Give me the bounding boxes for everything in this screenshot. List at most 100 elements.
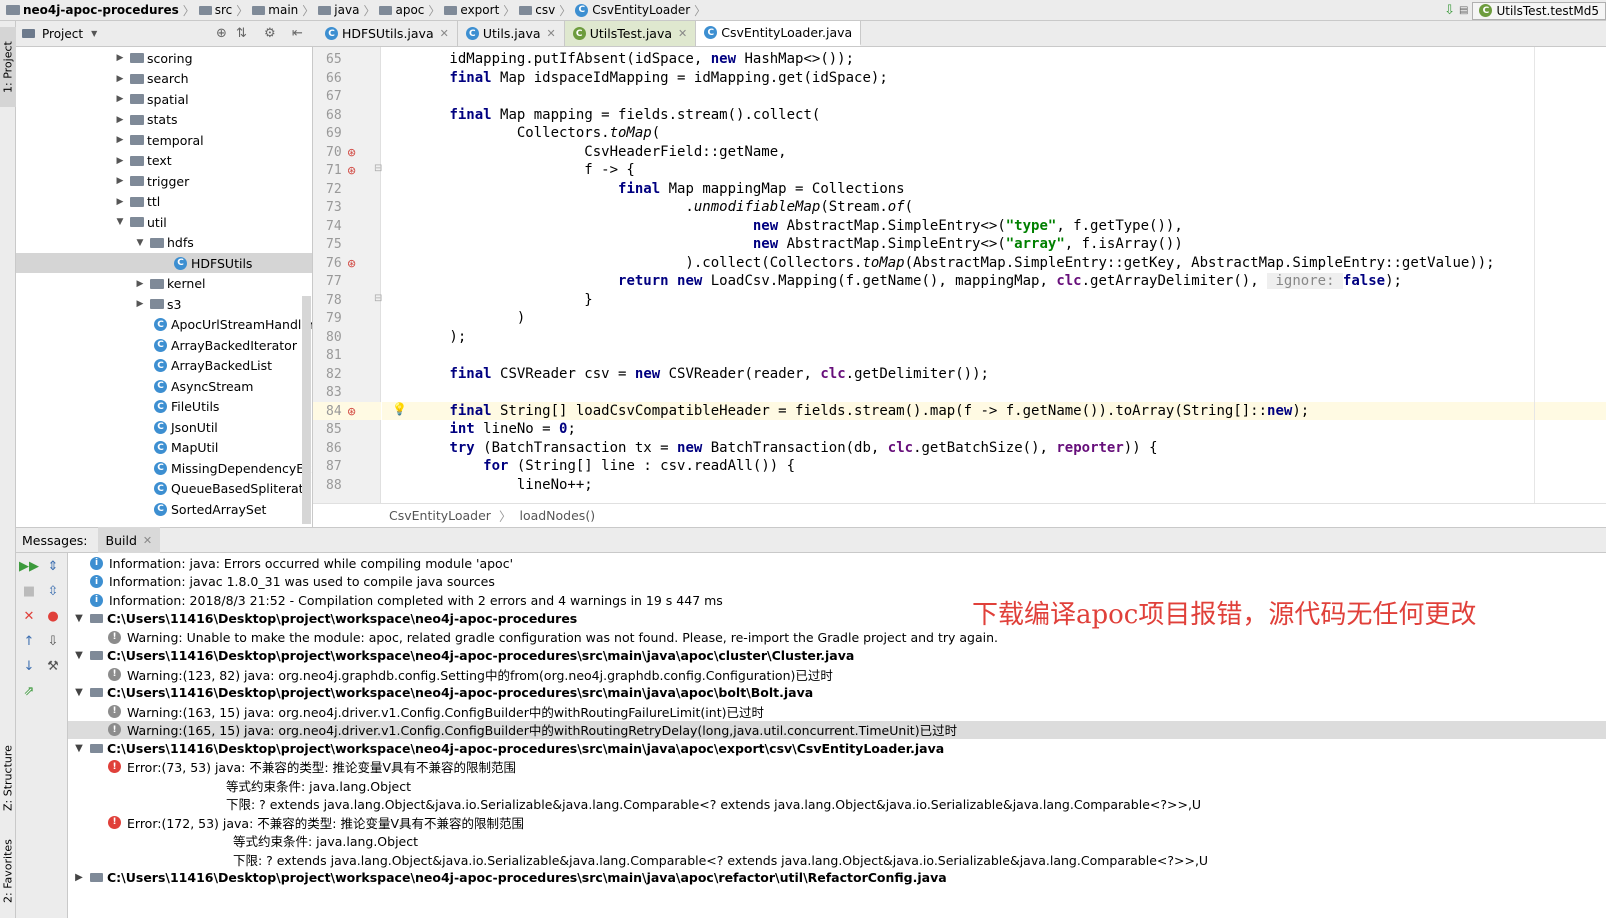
chevron-right-icon[interactable]: ▶ xyxy=(114,115,126,125)
breadcrumb-item[interactable]: export xyxy=(440,3,503,17)
message-file-row[interactable]: ▼ C:\Users\11416\Desktop\project\workspac… xyxy=(68,684,1606,703)
close-icon[interactable]: ✕ xyxy=(547,27,556,40)
close-icon[interactable]: ✕ xyxy=(20,607,38,625)
code-line[interactable]: ) xyxy=(382,309,1606,328)
chevron-right-icon[interactable]: ▶ xyxy=(72,872,86,883)
code-line[interactable]: CsvHeaderField::getName, xyxy=(382,143,1606,162)
editor-crumb-method[interactable]: loadNodes() xyxy=(519,508,595,523)
message-row[interactable]: ! Error:(73, 53) java: 不兼容的类型: 推论变量V具有不兼容… xyxy=(68,758,1606,777)
tree-item[interactable]: ▶ spatial xyxy=(16,89,312,109)
chevron-down-icon[interactable]: ▼ xyxy=(72,613,86,624)
code-line[interactable] xyxy=(382,346,1606,365)
tree-item[interactable]: ▶ s3 xyxy=(16,294,312,314)
code-line[interactable] xyxy=(382,383,1606,402)
tree-item[interactable]: ▶ temporal xyxy=(16,130,312,150)
locate-icon[interactable]: ⊕ xyxy=(216,26,227,41)
stop-icon[interactable]: ■ xyxy=(20,582,38,600)
breadcrumb-item[interactable]: java xyxy=(314,3,363,17)
settings-icon[interactable]: ⚒ xyxy=(44,657,62,675)
message-row[interactable]: ! Error:(172, 53) java: 不兼容的类型: 推论变量V具有不兼… xyxy=(68,813,1606,832)
code-line[interactable]: try (BatchTransaction tx = new BatchTran… xyxy=(382,439,1606,458)
chevron-down-icon[interactable]: ▼ xyxy=(134,238,146,248)
chevron-right-icon[interactable]: ▶ xyxy=(114,74,126,84)
chevron-right-icon[interactable]: ▶ xyxy=(114,94,126,104)
tree-item[interactable]: C ApocUrlStreamHandlerFa xyxy=(16,315,312,335)
close-icon[interactable]: ✕ xyxy=(678,27,687,40)
tree-item[interactable]: ▶ text xyxy=(16,151,312,171)
show-errors-icon[interactable]: ● xyxy=(44,607,62,625)
next-icon[interactable]: ↓ xyxy=(20,657,38,675)
code-line[interactable]: for (String[] line : csv.readAll()) { xyxy=(382,457,1606,476)
tree-scrollbar[interactable] xyxy=(302,296,311,524)
expand-all-icon[interactable]: ⇕ xyxy=(44,557,62,575)
code-line[interactable]: final CSVReader csv = new CSVReader(read… xyxy=(382,365,1606,384)
code-line[interactable]: new AbstractMap.SimpleEntry<>("array", f… xyxy=(382,235,1606,254)
message-row[interactable]: 下限: ? extends java.lang.Object&java.io.S… xyxy=(68,795,1606,814)
breadcrumb-project[interactable]: neo4j-apoc-procedures xyxy=(2,3,183,17)
open-file-icon[interactable]: ⇗ xyxy=(20,682,38,700)
editor-tab[interactable]: C CsvEntityLoader.java xyxy=(696,21,862,46)
message-row[interactable]: i Information: java: Errors occurred whil… xyxy=(68,554,1606,573)
favorites-tool-tab[interactable]: 2: Favorites xyxy=(0,831,16,911)
code-line[interactable]: ).collect(Collectors.toMap(AbstractMap.S… xyxy=(382,254,1606,273)
chevron-right-icon[interactable]: ▶ xyxy=(134,279,146,289)
code-editor[interactable]: idMapping.putIfAbsent(idSpace, new HashM… xyxy=(382,47,1606,503)
export-icon[interactable]: ⇩ xyxy=(44,632,62,650)
tab-build[interactable]: Build ✕ xyxy=(97,527,161,553)
run-configuration-select[interactable]: C UtilsTest.testMd5 xyxy=(1472,1,1606,20)
message-row[interactable]: ! Warning:(163, 15) java: org.neo4j.drive… xyxy=(68,702,1606,721)
tree-item[interactable]: C SortedArraySet xyxy=(16,499,312,519)
breadcrumb-item[interactable]: src xyxy=(195,3,237,17)
rerun-icon[interactable]: ▶▶ xyxy=(19,557,39,575)
code-line[interactable]: final Map mapping = fields.stream().coll… xyxy=(382,106,1606,125)
message-file-row[interactable]: ▼ C:\Users\11416\Desktop\project\workspac… xyxy=(68,739,1606,758)
code-line[interactable]: final Map idspaceIdMapping = idMapping.g… xyxy=(382,69,1606,88)
editor-crumb-class[interactable]: CsvEntityLoader xyxy=(389,508,491,523)
tree-item[interactable]: C HDFSUtils xyxy=(16,253,312,273)
message-row[interactable]: i Information: javac 1.8.0_31 was used to… xyxy=(68,573,1606,592)
message-row[interactable]: 下限: ? extends java.lang.Object&java.io.S… xyxy=(68,850,1606,869)
tree-item[interactable]: C QueueBasedSpliterator xyxy=(16,479,312,499)
close-icon[interactable]: ✕ xyxy=(440,27,449,40)
code-line[interactable]: final Map mappingMap = Collections xyxy=(382,180,1606,199)
code-line[interactable]: int lineNo = 0; xyxy=(382,420,1606,439)
chevron-down-icon[interactable]: ▼ xyxy=(72,687,86,698)
chevron-right-icon[interactable]: ▶ xyxy=(114,156,126,166)
message-file-row[interactable]: ▶ C:\Users\11416\Desktop\project\workspac… xyxy=(68,869,1606,888)
tree-item[interactable]: C ArrayBackedIterator xyxy=(16,335,312,355)
tree-item[interactable]: C FileUtils xyxy=(16,397,312,417)
project-view-selector[interactable]: Project xyxy=(42,27,83,41)
chevron-down-icon[interactable]: ▼ xyxy=(91,29,97,38)
chevron-down-icon[interactable]: ▼ xyxy=(72,743,86,754)
tree-item[interactable]: ▼ hdfs xyxy=(16,233,312,253)
gear-icon[interactable]: ⚙ xyxy=(264,26,276,41)
editor-tab[interactable]: C HDFSUtils.java ✕ xyxy=(317,21,458,46)
code-line[interactable] xyxy=(382,87,1606,106)
code-line[interactable]: final String[] loadCsvCompatibleHeader =… xyxy=(382,401,1606,420)
close-icon[interactable]: ✕ xyxy=(143,534,152,547)
tree-item[interactable]: C MapUtil xyxy=(16,438,312,458)
tree-item[interactable]: C JsonUtil xyxy=(16,417,312,437)
message-row[interactable]: ! Warning:(165, 15) java: org.neo4j.drive… xyxy=(68,720,1606,739)
tree-item[interactable]: ▶ ttl xyxy=(16,192,312,212)
tree-item[interactable]: C ArrayBackedList xyxy=(16,356,312,376)
code-line[interactable]: .unmodifiableMap(Stream.of( xyxy=(382,198,1606,217)
message-file-row[interactable]: ▼ C:\Users\11416\Desktop\project\workspac… xyxy=(68,647,1606,666)
breadcrumb-file[interactable]: C CsvEntityLoader xyxy=(571,3,694,17)
breadcrumb-item[interactable]: csv xyxy=(515,3,559,17)
tree-item[interactable]: ▶ kernel xyxy=(16,274,312,294)
chevron-down-icon[interactable]: ▼ xyxy=(114,217,126,227)
chevron-right-icon[interactable]: ▶ xyxy=(114,197,126,207)
code-line[interactable]: return new LoadCsv.Mapping(f.getName(), … xyxy=(382,272,1606,291)
message-row[interactable]: 等式约束条件: java.lang.Object xyxy=(68,776,1606,795)
code-line[interactable]: f -> { xyxy=(382,161,1606,180)
code-line[interactable]: ); xyxy=(382,328,1606,347)
tree-item[interactable]: ▶ scoring xyxy=(16,48,312,68)
chevron-down-icon[interactable]: ▼ xyxy=(72,650,86,661)
tree-item[interactable]: C MissingDependencyExce xyxy=(16,458,312,478)
tree-item[interactable]: ▶ search xyxy=(16,69,312,89)
structure-tool-tab[interactable]: Z: Structure xyxy=(0,736,16,821)
tree-item[interactable]: ▼ util xyxy=(16,212,312,232)
sort-icon[interactable]: ▤ xyxy=(1459,5,1468,16)
code-line[interactable]: new AbstractMap.SimpleEntry<>("type", f.… xyxy=(382,217,1606,236)
